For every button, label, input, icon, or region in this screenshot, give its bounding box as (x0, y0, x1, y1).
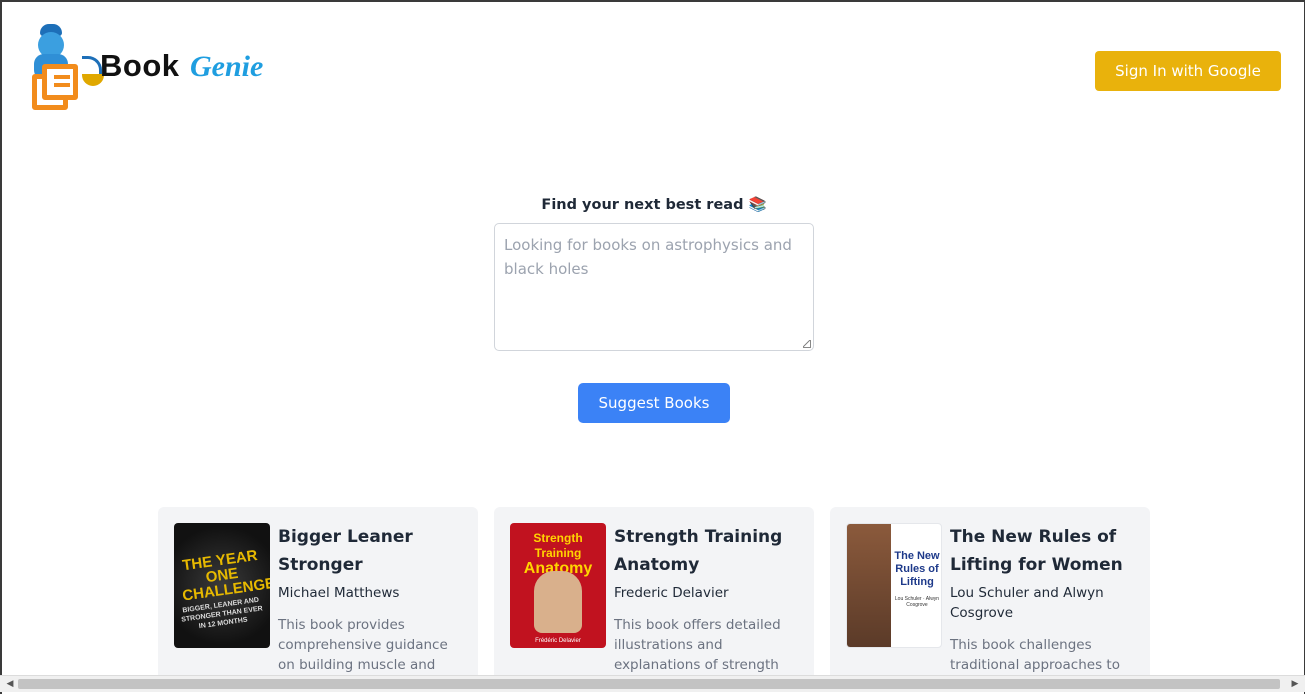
book-title: Strength Training Anatomy (614, 527, 783, 575)
athlete-photo (847, 524, 891, 647)
cover-author-text: Frédéric Delavier (535, 638, 581, 644)
book-query-textarea[interactable]: Looking for books on astrophysics and bl… (494, 223, 814, 351)
search-prompt-label: Find your next best read 📚 (541, 197, 767, 213)
cover-title-text: The New Rules of Lifting (894, 550, 940, 588)
book-cover-image: Strength Training Anatomy Frédéric Delav… (510, 523, 606, 648)
horizontal-scrollbar[interactable]: ◀ ▶ (0, 675, 1305, 692)
brand-name-genie: Genie (190, 50, 264, 83)
cover-title-text: THE YEAR ONE CHALLENGE (181, 546, 270, 605)
book-author: Michael Matthews (278, 585, 400, 601)
book-author: Lou Schuler and Alwyn Cosgrove (950, 585, 1104, 621)
book-description: This book challenges traditional approac… (950, 637, 1120, 673)
book-title: Bigger Leaner Stronger (278, 527, 413, 575)
book-cover-image: THE YEAR ONE CHALLENGE BIGGER, LEANER AN… (174, 523, 270, 648)
scrollbar-thumb[interactable] (18, 679, 1280, 689)
book-genie-logo[interactable]: Book Genie (30, 24, 270, 114)
books-icon (32, 64, 78, 112)
book-cover-image: The New Rules of Lifting Lou Schuler · A… (846, 523, 942, 648)
cover-author-text: Lou Schuler · Alwyn Cosgrove (894, 596, 940, 608)
scroll-left-arrow-icon[interactable]: ◀ (3, 678, 17, 690)
brand-name-book: Book (100, 48, 180, 83)
resize-handle-icon[interactable] (803, 340, 811, 348)
search-placeholder-text: Looking for books on astrophysics and bl… (504, 236, 792, 278)
sign-in-google-button[interactable]: Sign In with Google (1095, 51, 1281, 91)
anatomy-figure-icon (534, 571, 582, 633)
suggest-books-button[interactable]: Suggest Books (578, 383, 730, 423)
book-author: Frederic Delavier (614, 585, 729, 601)
scroll-right-arrow-icon[interactable]: ▶ (1288, 678, 1302, 690)
cover-title-text: Strength Training Anatomy (523, 531, 593, 577)
book-card[interactable]: The New Rules of Lifting Lou Schuler · A… (830, 507, 1150, 687)
book-card[interactable]: Strength Training Anatomy Frédéric Delav… (494, 507, 814, 687)
book-title: The New Rules of Lifting for Women (950, 527, 1123, 575)
book-card[interactable]: THE YEAR ONE CHALLENGE BIGGER, LEANER AN… (158, 507, 478, 687)
